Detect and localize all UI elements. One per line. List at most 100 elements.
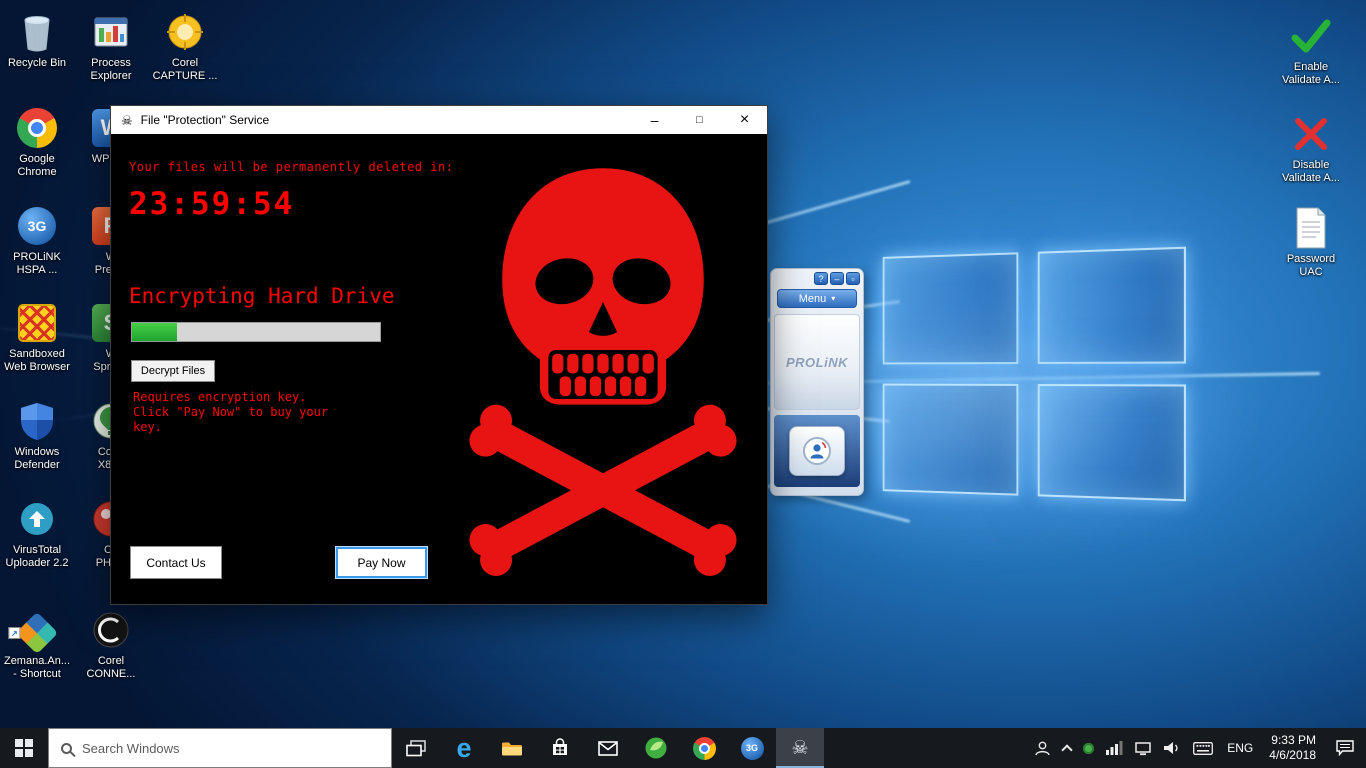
desktop-icon-prolink-hspa[interactable]: 3G PROLiNK HSPA ... — [0, 204, 74, 277]
taskbar-store-button[interactable] — [536, 728, 584, 768]
network-icon — [1135, 741, 1152, 755]
decrypt-files-button[interactable]: Decrypt Files — [131, 360, 215, 382]
windows-logo-pane — [1037, 384, 1186, 502]
modem-help-button[interactable]: ? — [814, 272, 828, 285]
signal-bars-icon — [1106, 741, 1123, 755]
volume-button[interactable] — [1157, 728, 1187, 768]
notification-icon — [1336, 740, 1354, 756]
desktop-icon-label: Windows Defender — [14, 446, 60, 471]
desktop-icon-disable-validate[interactable]: Disable Validate A... — [1274, 112, 1348, 185]
upload-arrow-icon — [15, 497, 59, 541]
maximize-button[interactable]: □ — [677, 106, 722, 134]
desktop-icon-process-explorer[interactable]: Process Explorer — [74, 10, 148, 83]
start-button[interactable] — [0, 728, 48, 768]
desktop-screen: Recycle Bin Process Explorer Corel CAPTU… — [0, 0, 1366, 768]
search-placeholder: Search Windows — [82, 740, 180, 756]
connection-icon — [803, 437, 831, 465]
menu-label: Menu — [798, 292, 827, 305]
green-leaf-icon — [645, 737, 667, 759]
cellular-signal-button[interactable] — [1100, 728, 1129, 768]
modem-connect-button[interactable] — [789, 426, 845, 476]
minimize-button[interactable]: – — [632, 106, 677, 134]
desktop-icon-label: Zemana.An... - Shortcut — [3, 655, 71, 680]
pay-now-button[interactable]: Pay Now — [336, 547, 427, 578]
recycle-bin-icon — [15, 10, 59, 54]
desktop-icon-label: Password UAC — [1286, 253, 1336, 278]
windows-logo-pane — [1037, 246, 1186, 364]
desktop-icon-sandboxed-browser[interactable]: Sandboxed Web Browser — [0, 301, 74, 374]
desktop-icon-label: PROLiNK HSPA ... — [13, 251, 61, 276]
shield-icon — [15, 399, 59, 443]
people-button[interactable] — [1028, 728, 1057, 768]
desktop-icon-corel-connect[interactable]: Corel CONNE... — [74, 608, 148, 681]
desktop-icon-recycle-bin[interactable]: Recycle Bin — [0, 10, 74, 70]
modem-menu-button[interactable]: Menu ▾ — [777, 289, 857, 308]
time-text: 9:33 PM — [1271, 733, 1316, 747]
edge-icon: e — [456, 732, 472, 763]
chrome-icon — [15, 106, 59, 150]
network-button[interactable] — [1129, 728, 1157, 768]
touch-keyboard-button[interactable] — [1187, 728, 1219, 768]
taskbar-chrome-button[interactable] — [680, 728, 728, 768]
language-indicator[interactable]: ENG — [1219, 728, 1261, 768]
sandbox-icon — [15, 301, 59, 345]
chevron-down-icon: ▾ — [831, 294, 836, 303]
encryption-status-text: Encrypting Hard Drive — [129, 284, 395, 308]
desktop-icon-label: Corel CONNE... — [86, 655, 136, 680]
store-bag-icon — [553, 738, 567, 755]
clock[interactable]: 9:33 PM 4/6/2018 — [1261, 728, 1324, 768]
desktop-icon-label: Sandboxed Web Browser — [4, 348, 70, 373]
ransomware-window: ☠ File "Protection" Service – □ × Your f… — [110, 105, 768, 605]
zemana-diamond-icon: ↗ — [8, 608, 59, 654]
desktop-icon-windows-defender[interactable]: Windows Defender — [0, 399, 74, 472]
modem-footer — [774, 415, 860, 487]
task-view-button[interactable] — [392, 728, 440, 768]
desktop-icon-virustotal-uploader[interactable]: VirusTotal Uploader 2.2 — [0, 497, 74, 570]
desktop-icon-label: Process Explorer — [90, 57, 132, 82]
close-button[interactable]: × — [722, 106, 767, 134]
taskbar-edge-button[interactable]: e — [440, 728, 488, 768]
green-status-icon — [1083, 742, 1095, 754]
tray-green-status-button[interactable] — [1077, 728, 1100, 768]
taskbar-green-app-button[interactable] — [632, 728, 680, 768]
document-icon — [1289, 206, 1333, 250]
desktop-icon-enable-validate[interactable]: Enable Validate A... — [1274, 14, 1348, 87]
taskbar-3g-button[interactable]: 3G — [728, 728, 776, 768]
taskbar-mail-button[interactable] — [584, 728, 632, 768]
encryption-progress-bar — [131, 322, 381, 342]
show-hidden-icons-button[interactable] — [1057, 728, 1077, 768]
windows-logo-icon — [15, 739, 33, 757]
taskbar: Search Windows e 3G ☠ ENG 9:33 PM 4/6/20… — [0, 728, 1366, 768]
modem-minimize-button[interactable]: – — [830, 272, 844, 285]
taskbar-search[interactable]: Search Windows — [48, 728, 392, 768]
modem-collapse-button[interactable]: ▫ — [846, 272, 860, 285]
ransom-note-text: Requires encryption key. Click "Pay Now"… — [133, 390, 329, 434]
skull-crossbones-graphic — [469, 168, 737, 576]
window-titlebar[interactable]: ☠ File "Protection" Service – □ × — [111, 106, 767, 134]
taskbar-file-explorer-button[interactable] — [488, 728, 536, 768]
taskbar-ransomware-button[interactable]: ☠ — [776, 728, 824, 768]
corel-connect-icon — [89, 608, 133, 652]
folder-icon — [502, 742, 522, 755]
desktop-icon-label: Enable Validate A... — [1282, 61, 1340, 86]
desktop-icon-zemana-shortcut[interactable]: ↗ Zemana.An... - Shortcut — [0, 608, 74, 681]
desktop-icon-corel-capture[interactable]: Corel CAPTURE ... — [148, 10, 222, 83]
desktop-icon-label: VirusTotal Uploader 2.2 — [5, 544, 69, 569]
skull-icon: ☠ — [121, 112, 133, 128]
windows-logo-pane — [882, 383, 1019, 496]
action-center-button[interactable] — [1324, 728, 1366, 768]
desktop-icon-password-uac[interactable]: Password UAC — [1274, 206, 1348, 279]
encryption-progress-fill — [132, 323, 177, 341]
process-explorer-icon — [89, 10, 133, 54]
contact-us-button[interactable]: Contact Us — [130, 546, 222, 579]
mail-icon — [598, 740, 618, 756]
desktop-icon-label: Google Chrome — [17, 153, 57, 178]
person-icon — [1035, 741, 1050, 755]
keyboard-icon — [1193, 741, 1214, 755]
desktop-icon-label: Corel CAPTURE ... — [152, 57, 218, 82]
red-x-icon — [1289, 112, 1333, 156]
green-checkmark-icon — [1289, 14, 1333, 58]
deletion-warning-text: Your files will be permanently deleted i… — [129, 160, 454, 174]
prolink-logo: PROLiNK — [786, 354, 848, 370]
desktop-icon-google-chrome[interactable]: Google Chrome — [0, 106, 74, 179]
